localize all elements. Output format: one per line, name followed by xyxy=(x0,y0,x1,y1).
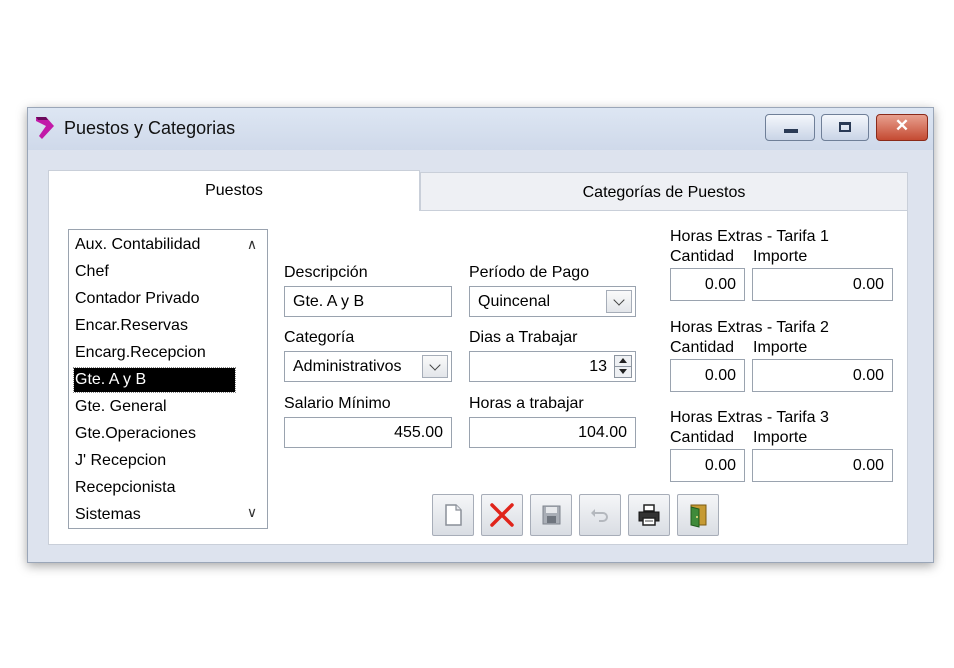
periodo-value: Quincenal xyxy=(478,293,551,310)
spin-divider xyxy=(615,366,631,367)
exit-button[interactable] xyxy=(677,494,719,536)
new-document-icon xyxy=(445,504,462,526)
dias-label: Dias a Trabajar xyxy=(469,329,578,346)
list-item[interactable]: Gte.Operaciones xyxy=(74,422,196,446)
horas-input[interactable]: 104.00 xyxy=(469,417,636,448)
chevron-down-icon xyxy=(429,359,441,371)
categoria-select[interactable]: Administrativos xyxy=(284,351,452,382)
tarifa2-importe-value: 0.00 xyxy=(852,367,884,384)
print-icon xyxy=(638,504,660,526)
list-item[interactable]: Chef xyxy=(74,260,109,284)
tarifa3-cantidad-value: 0.00 xyxy=(704,457,736,474)
categoria-value: Administrativos xyxy=(293,358,402,375)
tab-panel-puestos: Aux. Contabilidad Chef Contador Privado … xyxy=(48,210,908,545)
tarifa1-importe-input[interactable]: 0.00 xyxy=(752,268,893,301)
scroll-up-icon[interactable]: ∧ xyxy=(244,236,260,253)
tarifa1-cantidad-value: 0.00 xyxy=(704,276,736,293)
print-button[interactable] xyxy=(628,494,670,536)
periodo-select[interactable]: Quincenal xyxy=(469,286,636,317)
list-item[interactable]: Gte. General xyxy=(74,395,167,419)
title-bar[interactable]: Puestos y Categorias ✕ xyxy=(28,108,933,150)
tarifa1-cantidad-input[interactable]: 0.00 xyxy=(670,268,745,301)
salario-value: 455.00 xyxy=(394,424,443,441)
tarifa3-importe-value: 0.00 xyxy=(852,457,884,474)
list-item[interactable]: Sistemas xyxy=(74,503,141,527)
maximize-icon xyxy=(839,122,851,132)
periodo-dropdown-button[interactable] xyxy=(606,290,632,313)
list-item-selected[interactable]: Gte. A y B xyxy=(73,367,236,393)
tarifa2-importe-input[interactable]: 0.00 xyxy=(752,359,893,392)
tab-puestos[interactable]: Puestos xyxy=(48,170,420,211)
tarifa2-title: Horas Extras - Tarifa 2 xyxy=(670,319,829,336)
save-button[interactable] xyxy=(530,494,572,536)
scroll-down-icon[interactable]: ∨ xyxy=(244,504,260,521)
tarifa3-title: Horas Extras - Tarifa 3 xyxy=(670,409,829,426)
tarifa2-cantidad-input[interactable]: 0.00 xyxy=(670,359,745,392)
tarifa1-importe-label: Importe xyxy=(753,248,808,265)
minimize-button[interactable] xyxy=(765,114,815,141)
puestos-listbox[interactable]: Aux. Contabilidad Chef Contador Privado … xyxy=(68,229,268,529)
main-window: Puestos y Categorias ✕ Puestos Categoría… xyxy=(27,107,934,563)
horas-label: Horas a trabajar xyxy=(469,395,584,412)
window-title: Puestos y Categorias xyxy=(64,118,236,138)
tarifa1-title: Horas Extras - Tarifa 1 xyxy=(670,228,829,245)
undo-button[interactable] xyxy=(579,494,621,536)
new-button[interactable] xyxy=(432,494,474,536)
list-item[interactable]: Aux. Contabilidad xyxy=(74,233,200,257)
categoria-dropdown-button[interactable] xyxy=(422,355,448,378)
dias-stepper[interactable]: 13 xyxy=(469,351,636,382)
salario-label: Salario Mínimo xyxy=(284,395,391,412)
maximize-button[interactable] xyxy=(821,114,869,141)
tarifa2-importe-label: Importe xyxy=(753,339,808,356)
horas-value: 104.00 xyxy=(578,424,627,441)
tarifa2-cantidad-label: Cantidad xyxy=(670,339,735,356)
spin-up-icon[interactable] xyxy=(619,358,627,363)
spin-down-icon[interactable] xyxy=(619,369,627,374)
delete-icon xyxy=(490,503,514,527)
tarifa1-cantidad-label: Cantidad xyxy=(670,248,735,265)
tarifa3-cantidad-input[interactable]: 0.00 xyxy=(670,449,745,482)
close-button[interactable]: ✕ xyxy=(876,114,928,141)
tarifa2-cantidad-value: 0.00 xyxy=(704,367,736,384)
tarifa3-importe-input[interactable]: 0.00 xyxy=(752,449,893,482)
salario-input[interactable]: 455.00 xyxy=(284,417,452,448)
descripcion-value: Gte. A y B xyxy=(293,293,365,310)
periodo-label: Período de Pago xyxy=(469,264,590,281)
descripcion-input[interactable]: Gte. A y B xyxy=(284,286,452,317)
save-icon xyxy=(542,505,561,525)
tab-container: Puestos Categorías de Puestos Aux. Conta… xyxy=(48,170,908,545)
tarifa1-importe-value: 0.00 xyxy=(852,276,884,293)
dias-spin-button[interactable] xyxy=(614,355,632,378)
list-item[interactable]: Encar.Reservas xyxy=(74,314,188,338)
delete-button[interactable] xyxy=(481,494,523,536)
categoria-label: Categoría xyxy=(284,329,355,346)
tab-categorias-de-puestos[interactable]: Categorías de Puestos xyxy=(420,172,908,211)
list-item[interactable]: Recepcionista xyxy=(74,476,176,500)
tarifa3-cantidad-label: Cantidad xyxy=(670,429,735,446)
undo-icon xyxy=(591,509,608,522)
list-item[interactable]: Contador Privado xyxy=(74,287,200,311)
app-logo-icon xyxy=(36,117,54,139)
exit-door-icon xyxy=(690,504,707,528)
minimize-icon xyxy=(784,129,798,133)
chevron-down-icon xyxy=(613,294,625,306)
list-item[interactable]: Encarg.Recepcion xyxy=(74,341,206,365)
list-item[interactable]: J' Recepcion xyxy=(74,449,166,473)
tarifa3-importe-label: Importe xyxy=(753,429,808,446)
descripcion-label: Descripción xyxy=(284,264,368,281)
close-icon: ✕ xyxy=(894,116,910,135)
